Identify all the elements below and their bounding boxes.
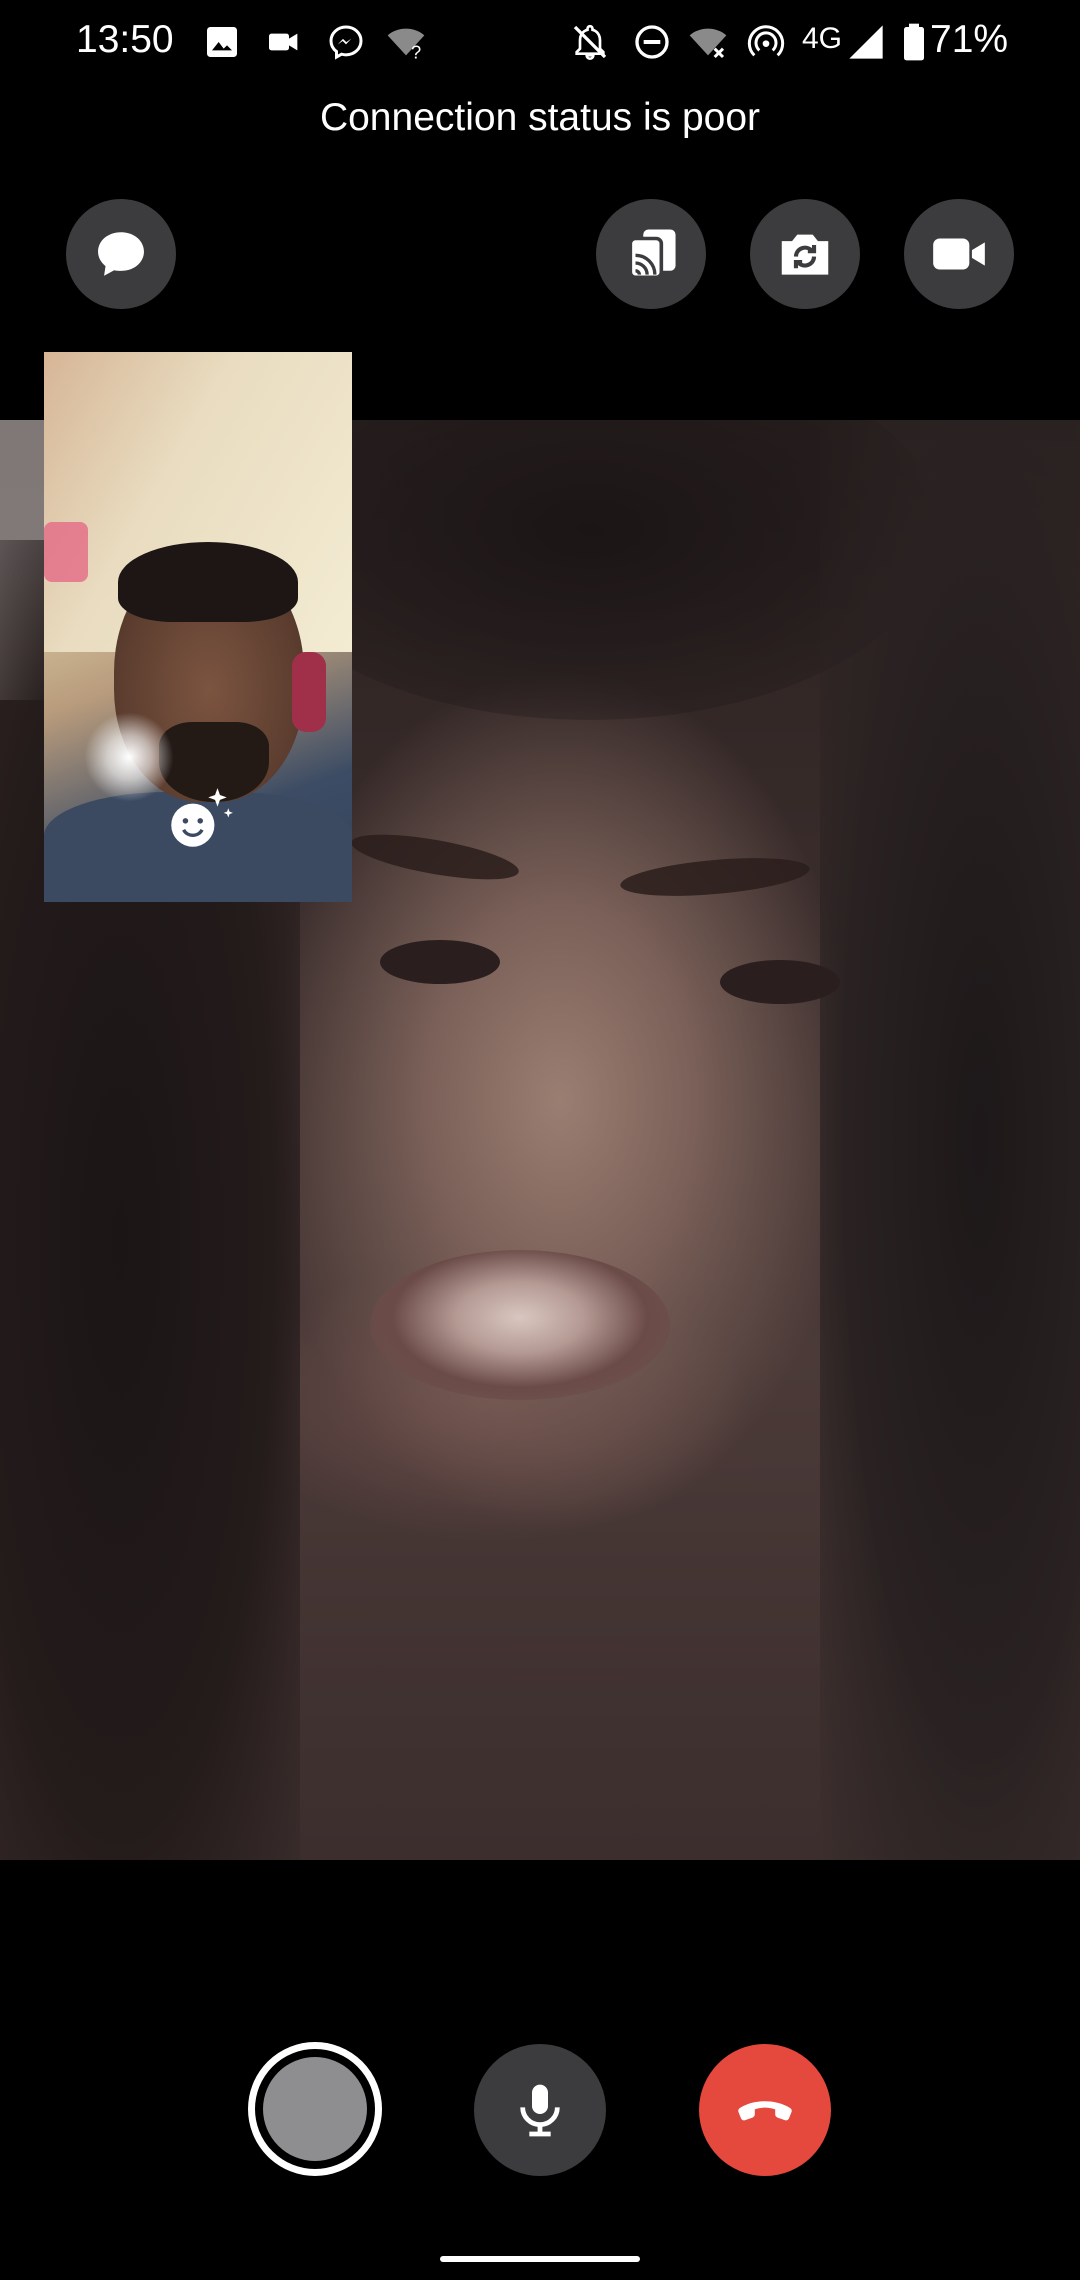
- self-preview-hair: [118, 542, 298, 622]
- self-video-preview[interactable]: [44, 352, 352, 902]
- cast-icon: [628, 229, 676, 280]
- effects-icon[interactable]: [162, 782, 236, 856]
- notifications-off-icon: [573, 24, 607, 61]
- capture-icon: [263, 2057, 367, 2161]
- video-call-screen: 13:50 ? 4G 71% Connection status is poor: [0, 0, 1080, 2280]
- wifi-unknown-icon: ?: [387, 28, 425, 62]
- connection-status: Connection status is poor: [319, 96, 761, 139]
- signal-icon: [849, 25, 883, 59]
- chat-icon: [98, 232, 144, 276]
- remote-video-feature: [348, 825, 522, 889]
- switch-camera-icon: [781, 234, 829, 275]
- image-icon: [207, 27, 237, 57]
- cast-button[interactable]: [596, 199, 706, 309]
- messenger-icon: [329, 25, 363, 60]
- wifi-off-icon: [689, 28, 727, 59]
- do-not-disturb-icon: [635, 25, 669, 59]
- remote-video-feature: [370, 1250, 670, 1400]
- battery-icon: [904, 23, 924, 61]
- remote-video-feature: [618, 851, 812, 903]
- end-call-button[interactable]: [699, 2044, 831, 2176]
- self-preview-light: [84, 712, 174, 802]
- video-camera-icon: [269, 33, 298, 51]
- hotspot-icon: [747, 25, 785, 57]
- network-type: 4G: [802, 22, 843, 55]
- microphone-button[interactable]: [474, 2044, 606, 2176]
- switch-camera-button[interactable]: [750, 199, 860, 309]
- status-time: 13:50: [76, 18, 174, 61]
- capture-button[interactable]: [248, 2042, 382, 2176]
- microphone-icon: [520, 2084, 560, 2137]
- end-call-icon: [738, 2101, 792, 2121]
- status-bar: 13:50 ? 4G 71%: [0, 0, 1080, 90]
- svg-text:?: ?: [411, 42, 421, 62]
- chat-button[interactable]: [66, 199, 176, 309]
- remote-video-feature: [720, 960, 840, 1004]
- remote-video-feature: [380, 940, 500, 984]
- video-toggle-button[interactable]: [904, 199, 1014, 309]
- self-preview-background: [44, 522, 88, 582]
- remote-video-hair: [820, 420, 1080, 1860]
- video-camera-icon: [933, 238, 985, 270]
- home-indicator[interactable]: [440, 2256, 640, 2262]
- self-preview-headphones: [292, 652, 326, 732]
- battery-percent: 71%: [930, 18, 1009, 61]
